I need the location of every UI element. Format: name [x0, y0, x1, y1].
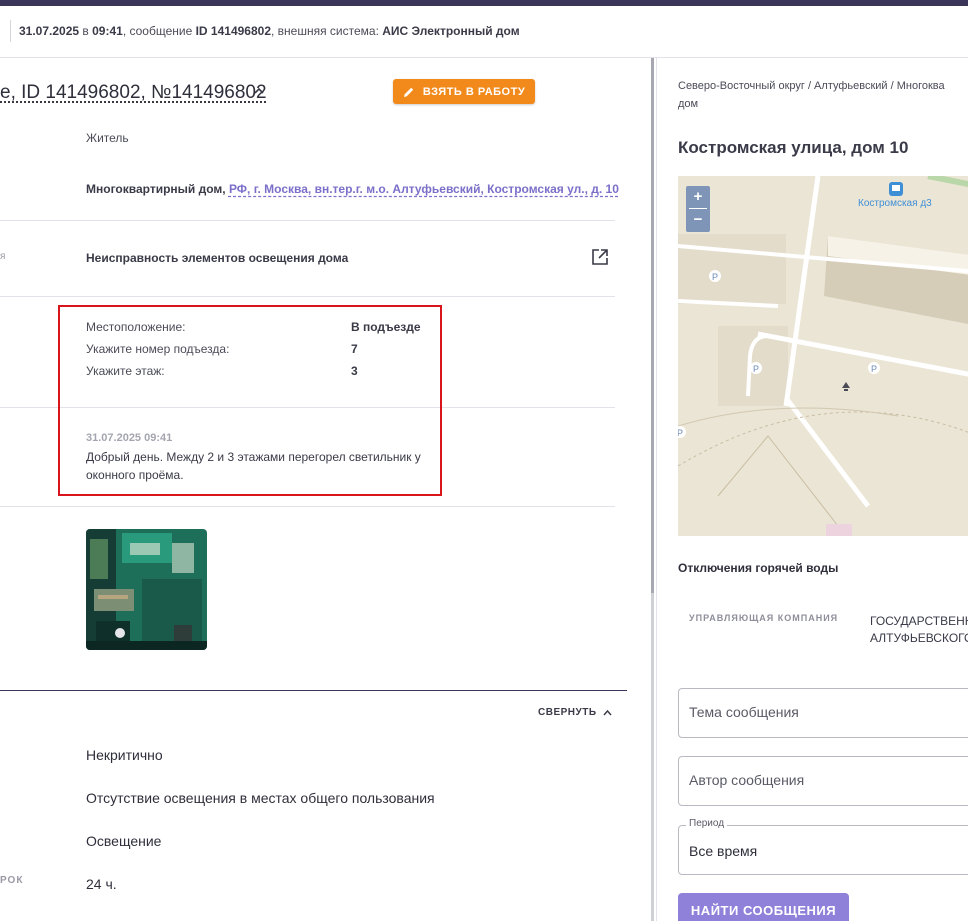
- map-zoom-control: + −: [686, 186, 710, 232]
- object-address-link[interactable]: РФ, г. Москва, вн.тер.г. м.о. Алтуфьевск…: [229, 182, 619, 196]
- category-value: Отсутствие освещения в местах общего пол…: [86, 790, 435, 806]
- scrollbar-thumb[interactable]: [651, 58, 654, 593]
- management-company-line: АЛТУФЬЕВСКОГО: [870, 631, 968, 645]
- map-view[interactable]: Костромская д3 P P P P + −: [678, 176, 968, 536]
- chevron-up-icon: [603, 709, 612, 716]
- parking-label: P: [753, 364, 759, 374]
- deadline-side-label: РОК: [0, 875, 24, 886]
- date-connector: в: [79, 24, 93, 38]
- breadcrumb-line: дом: [678, 98, 699, 110]
- subcategory-value: Освещение: [86, 833, 162, 849]
- divider: [0, 506, 615, 507]
- period-value: Все время: [689, 843, 758, 859]
- author-input[interactable]: [689, 772, 959, 788]
- management-company-line: ГОСУДАРСТВЕНН: [870, 614, 968, 628]
- deadline-value: 24 ч.: [86, 876, 117, 892]
- message-info-text: 31.07.2025 в 09:41, сообщение ID 1414968…: [19, 24, 520, 38]
- divider: [0, 296, 615, 297]
- topic-input[interactable]: [689, 704, 959, 720]
- external-system-prefix: , внешняя система:: [271, 24, 383, 38]
- chevron-up-icon[interactable]: [254, 86, 264, 96]
- parking-label: P: [712, 272, 718, 282]
- author-field: [678, 756, 968, 806]
- period-label: Период: [686, 818, 728, 829]
- breadcrumb: Северо-Восточный округ / Алтуфьевский / …: [678, 77, 968, 113]
- attachment-photo[interactable]: [86, 529, 207, 650]
- message-info-bar: 31.07.2025 в 09:41, сообщение ID 1414968…: [0, 6, 968, 58]
- external-system-name: АИС Электронный дом: [382, 24, 520, 38]
- parking-icon: P: [868, 362, 880, 374]
- problem-side-label: я: [0, 251, 7, 262]
- object-type: Многоквартирный дом,: [86, 182, 229, 196]
- external-link-icon[interactable]: [591, 248, 609, 266]
- take-to-work-label: ВЗЯТЬ В РАБОТУ: [422, 85, 526, 98]
- map-canvas: Костромская д3 P P P P: [678, 176, 968, 536]
- pencil-icon: [403, 87, 414, 97]
- breadcrumb-line: Северо-Восточный округ / Алтуфьевский / …: [678, 80, 945, 92]
- divider: [0, 220, 615, 221]
- collapse-button[interactable]: СВЕРНУТЬ: [538, 707, 612, 718]
- message-time: 09:41: [92, 24, 123, 38]
- take-to-work-button[interactable]: ВЗЯТЬ В РАБОТУ: [393, 79, 535, 104]
- message-prefix: , сообщение: [122, 24, 196, 38]
- zoom-out-button[interactable]: −: [686, 209, 710, 232]
- zoom-in-button[interactable]: +: [686, 186, 710, 209]
- management-company-value: ГОСУДАРСТВЕНН АЛТУФЬЕВСКОГО: [870, 613, 968, 647]
- problem-title: Неисправность элементов освещения дома: [86, 251, 349, 265]
- find-messages-button[interactable]: НАЙТИ СООБЩЕНИЯ: [678, 893, 849, 921]
- photo-thumbnail: [86, 529, 207, 650]
- parking-label: P: [871, 364, 877, 374]
- parking-icon: P: [750, 362, 762, 374]
- ticket-details-panel: е, ID 141496802, №141496802 ВЗЯТЬ В РАБО…: [0, 58, 652, 921]
- topic-field: [678, 688, 968, 738]
- hot-water-outages-heading: Отключения горячей воды: [678, 561, 839, 575]
- info-separator: [10, 20, 11, 42]
- collapse-label: СВЕРНУТЬ: [538, 707, 597, 718]
- bus-stop-icon: [889, 182, 903, 196]
- management-company-label: УПРАВЛЯЮЩАЯ КОМПАНИЯ: [689, 613, 839, 623]
- object-address-title: Костромская улица, дом 10: [678, 138, 909, 157]
- message-date: 31.07.2025: [19, 24, 80, 38]
- parking-icon: P: [709, 270, 721, 282]
- zoom-divider: [689, 208, 707, 209]
- highlight-box: [58, 305, 442, 496]
- author-type: Житель: [86, 131, 129, 145]
- ticket-title[interactable]: е, ID 141496802, №141496802: [0, 82, 267, 104]
- object-info: Многоквартирный дом, РФ, г. Москва, вн.т…: [86, 182, 619, 196]
- period-select[interactable]: Период Все время: [678, 818, 968, 875]
- parking-label: P: [678, 428, 683, 438]
- criticality-value: Некритично: [86, 747, 163, 763]
- object-panel: Северо-Восточный округ / Алтуфьевский / …: [657, 58, 968, 921]
- section-divider: [0, 690, 627, 691]
- map-stop-label: Костромская д3: [858, 198, 932, 209]
- message-id: ID 141496802: [195, 24, 271, 38]
